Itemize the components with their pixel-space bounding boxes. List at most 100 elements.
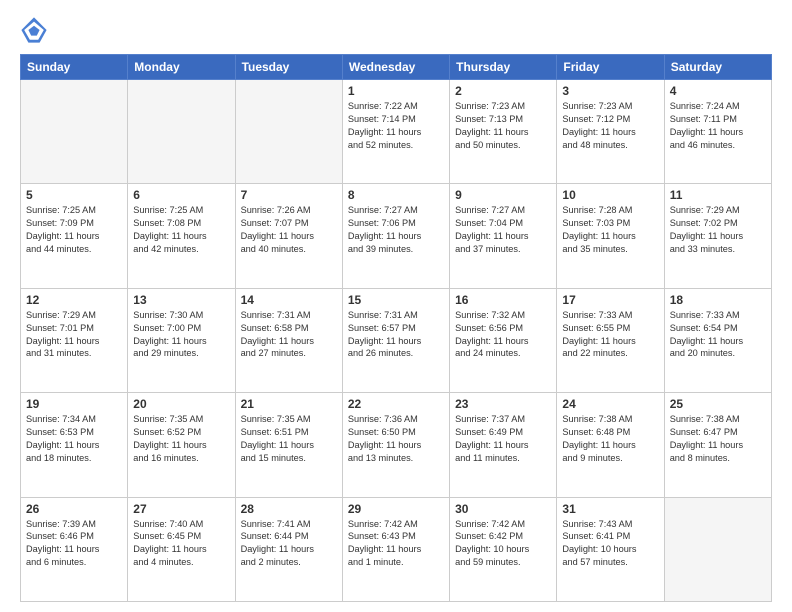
calendar-cell: 26 Sunrise: 7:39 AM Sunset: 6:46 PM Dayli… xyxy=(21,497,128,601)
day-number: 31 xyxy=(562,502,658,516)
day-info: Sunrise: 7:31 AM Sunset: 6:58 PM Dayligh… xyxy=(241,309,337,361)
day-number: 29 xyxy=(348,502,444,516)
day-number: 21 xyxy=(241,397,337,411)
calendar-cell xyxy=(235,80,342,184)
day-number: 22 xyxy=(348,397,444,411)
weekday-header-sunday: Sunday xyxy=(21,55,128,80)
calendar-cell: 29 Sunrise: 7:42 AM Sunset: 6:43 PM Dayli… xyxy=(342,497,449,601)
calendar-table: SundayMondayTuesdayWednesdayThursdayFrid… xyxy=(20,54,772,602)
day-info: Sunrise: 7:23 AM Sunset: 7:12 PM Dayligh… xyxy=(562,100,658,152)
calendar-cell: 11Sunrise: 7:29 AM Sunset: 7:02 PM Dayli… xyxy=(664,184,771,288)
calendar-week-4: 19Sunrise: 7:34 AM Sunset: 6:53 PM Dayli… xyxy=(21,393,772,497)
day-number: 30 xyxy=(455,502,551,516)
calendar-cell: 28 Sunrise: 7:41 AM Sunset: 6:44 PM Dayli… xyxy=(235,497,342,601)
day-info: Sunrise: 7:23 AM Sunset: 7:13 PM Dayligh… xyxy=(455,100,551,152)
calendar-cell: 30 Sunrise: 7:42 AM Sunset: 6:42 PM Dayli… xyxy=(450,497,557,601)
calendar-cell: 2 Sunrise: 7:23 AM Sunset: 7:13 PM Daylig… xyxy=(450,80,557,184)
day-info: Sunrise: 7:38 AM Sunset: 6:47 PM Dayligh… xyxy=(670,413,766,465)
day-number: 3 xyxy=(562,84,658,98)
calendar-cell: 6 Sunrise: 7:25 AM Sunset: 7:08 PM Daylig… xyxy=(128,184,235,288)
calendar-week-5: 26 Sunrise: 7:39 AM Sunset: 6:46 PM Dayli… xyxy=(21,497,772,601)
calendar-cell: 10 Sunrise: 7:28 AM Sunset: 7:03 PM Dayli… xyxy=(557,184,664,288)
calendar-cell: 22 Sunrise: 7:36 AM Sunset: 6:50 PM Dayli… xyxy=(342,393,449,497)
calendar-cell: 1Sunrise: 7:22 AM Sunset: 7:14 PM Daylig… xyxy=(342,80,449,184)
calendar-cell xyxy=(664,497,771,601)
calendar-cell: 5Sunrise: 7:25 AM Sunset: 7:09 PM Daylig… xyxy=(21,184,128,288)
day-info: Sunrise: 7:25 AM Sunset: 7:08 PM Dayligh… xyxy=(133,204,229,256)
calendar-cell: 16 Sunrise: 7:32 AM Sunset: 6:56 PM Dayli… xyxy=(450,288,557,392)
day-info: Sunrise: 7:34 AM Sunset: 6:53 PM Dayligh… xyxy=(26,413,122,465)
day-number: 16 xyxy=(455,293,551,307)
calendar-cell: 7 Sunrise: 7:26 AM Sunset: 7:07 PM Daylig… xyxy=(235,184,342,288)
day-info: Sunrise: 7:42 AM Sunset: 6:43 PM Dayligh… xyxy=(348,518,444,570)
day-info: Sunrise: 7:36 AM Sunset: 6:50 PM Dayligh… xyxy=(348,413,444,465)
day-number: 26 xyxy=(26,502,122,516)
day-info: Sunrise: 7:32 AM Sunset: 6:56 PM Dayligh… xyxy=(455,309,551,361)
weekday-header-friday: Friday xyxy=(557,55,664,80)
day-info: Sunrise: 7:27 AM Sunset: 7:06 PM Dayligh… xyxy=(348,204,444,256)
calendar-cell: 12Sunrise: 7:29 AM Sunset: 7:01 PM Dayli… xyxy=(21,288,128,392)
day-number: 15 xyxy=(348,293,444,307)
calendar-cell: 17 Sunrise: 7:33 AM Sunset: 6:55 PM Dayli… xyxy=(557,288,664,392)
day-number: 24 xyxy=(562,397,658,411)
weekday-header-row: SundayMondayTuesdayWednesdayThursdayFrid… xyxy=(21,55,772,80)
weekday-header-wednesday: Wednesday xyxy=(342,55,449,80)
calendar-cell: 15 Sunrise: 7:31 AM Sunset: 6:57 PM Dayli… xyxy=(342,288,449,392)
calendar-cell: 19Sunrise: 7:34 AM Sunset: 6:53 PM Dayli… xyxy=(21,393,128,497)
day-info: Sunrise: 7:43 AM Sunset: 6:41 PM Dayligh… xyxy=(562,518,658,570)
day-number: 20 xyxy=(133,397,229,411)
day-number: 25 xyxy=(670,397,766,411)
day-info: Sunrise: 7:33 AM Sunset: 6:55 PM Dayligh… xyxy=(562,309,658,361)
day-info: Sunrise: 7:35 AM Sunset: 6:51 PM Dayligh… xyxy=(241,413,337,465)
logo xyxy=(20,16,50,44)
day-number: 13 xyxy=(133,293,229,307)
day-number: 18 xyxy=(670,293,766,307)
day-number: 8 xyxy=(348,188,444,202)
day-number: 6 xyxy=(133,188,229,202)
day-info: Sunrise: 7:33 AM Sunset: 6:54 PM Dayligh… xyxy=(670,309,766,361)
day-number: 1 xyxy=(348,84,444,98)
day-number: 17 xyxy=(562,293,658,307)
calendar-cell: 20 Sunrise: 7:35 AM Sunset: 6:52 PM Dayli… xyxy=(128,393,235,497)
day-info: Sunrise: 7:39 AM Sunset: 6:46 PM Dayligh… xyxy=(26,518,122,570)
day-info: Sunrise: 7:38 AM Sunset: 6:48 PM Dayligh… xyxy=(562,413,658,465)
day-info: Sunrise: 7:27 AM Sunset: 7:04 PM Dayligh… xyxy=(455,204,551,256)
calendar-cell: 18 Sunrise: 7:33 AM Sunset: 6:54 PM Dayli… xyxy=(664,288,771,392)
day-info: Sunrise: 7:30 AM Sunset: 7:00 PM Dayligh… xyxy=(133,309,229,361)
day-info: Sunrise: 7:29 AM Sunset: 7:02 PM Dayligh… xyxy=(670,204,766,256)
day-info: Sunrise: 7:29 AM Sunset: 7:01 PM Dayligh… xyxy=(26,309,122,361)
weekday-header-thursday: Thursday xyxy=(450,55,557,80)
weekday-header-saturday: Saturday xyxy=(664,55,771,80)
calendar-week-3: 12Sunrise: 7:29 AM Sunset: 7:01 PM Dayli… xyxy=(21,288,772,392)
day-number: 10 xyxy=(562,188,658,202)
calendar-cell: 23 Sunrise: 7:37 AM Sunset: 6:49 PM Dayli… xyxy=(450,393,557,497)
day-number: 4 xyxy=(670,84,766,98)
calendar-cell: 24 Sunrise: 7:38 AM Sunset: 6:48 PM Dayli… xyxy=(557,393,664,497)
day-number: 23 xyxy=(455,397,551,411)
day-info: Sunrise: 7:41 AM Sunset: 6:44 PM Dayligh… xyxy=(241,518,337,570)
day-info: Sunrise: 7:28 AM Sunset: 7:03 PM Dayligh… xyxy=(562,204,658,256)
day-info: Sunrise: 7:37 AM Sunset: 6:49 PM Dayligh… xyxy=(455,413,551,465)
day-info: Sunrise: 7:40 AM Sunset: 6:45 PM Dayligh… xyxy=(133,518,229,570)
day-info: Sunrise: 7:35 AM Sunset: 6:52 PM Dayligh… xyxy=(133,413,229,465)
day-number: 5 xyxy=(26,188,122,202)
day-number: 27 xyxy=(133,502,229,516)
logo-icon xyxy=(20,16,48,44)
calendar-cell: 13 Sunrise: 7:30 AM Sunset: 7:00 PM Dayli… xyxy=(128,288,235,392)
calendar-cell: 8 Sunrise: 7:27 AM Sunset: 7:06 PM Daylig… xyxy=(342,184,449,288)
calendar-cell xyxy=(128,80,235,184)
day-number: 28 xyxy=(241,502,337,516)
day-info: Sunrise: 7:26 AM Sunset: 7:07 PM Dayligh… xyxy=(241,204,337,256)
day-number: 7 xyxy=(241,188,337,202)
page: SundayMondayTuesdayWednesdayThursdayFrid… xyxy=(0,0,792,612)
day-info: Sunrise: 7:42 AM Sunset: 6:42 PM Dayligh… xyxy=(455,518,551,570)
day-number: 9 xyxy=(455,188,551,202)
day-number: 2 xyxy=(455,84,551,98)
calendar-cell: 31 Sunrise: 7:43 AM Sunset: 6:41 PM Dayli… xyxy=(557,497,664,601)
calendar-week-1: 1Sunrise: 7:22 AM Sunset: 7:14 PM Daylig… xyxy=(21,80,772,184)
day-info: Sunrise: 7:24 AM Sunset: 7:11 PM Dayligh… xyxy=(670,100,766,152)
day-number: 14 xyxy=(241,293,337,307)
day-info: Sunrise: 7:31 AM Sunset: 6:57 PM Dayligh… xyxy=(348,309,444,361)
calendar-week-2: 5Sunrise: 7:25 AM Sunset: 7:09 PM Daylig… xyxy=(21,184,772,288)
weekday-header-monday: Monday xyxy=(128,55,235,80)
